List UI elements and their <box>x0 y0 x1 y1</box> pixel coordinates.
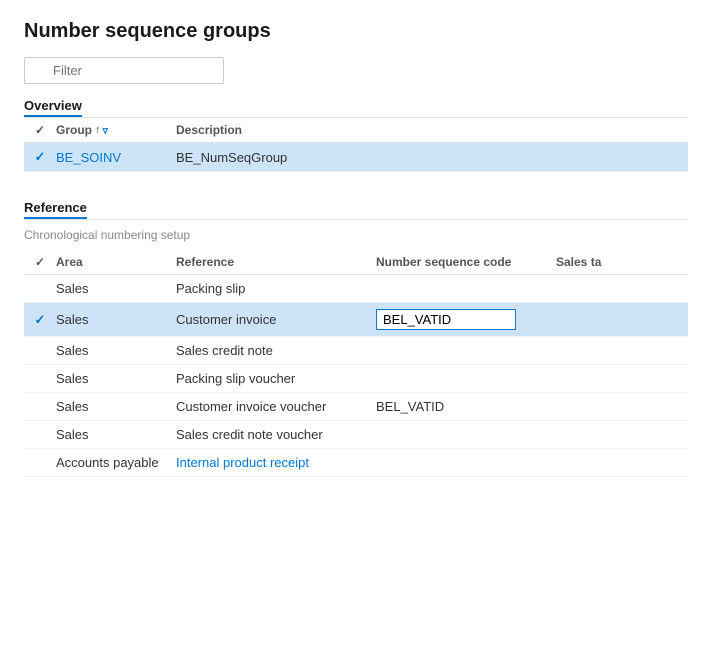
overview-header-check: ✓ <box>24 123 56 137</box>
filter-col-icon[interactable]: ▿ <box>103 124 109 137</box>
table-row[interactable]: ✓ BE_SOINV BE_NumSeqGroup <box>24 143 688 172</box>
ref-row-area: Sales <box>56 312 176 327</box>
filter-wrap: ⚲ <box>24 57 224 84</box>
row-group: BE_SOINV <box>56 150 176 165</box>
filter-input-wrap: ⚲ <box>24 57 688 84</box>
group-sort-wrap: Group ↑ ▿ <box>56 123 176 137</box>
ref-row-check: ✓ <box>24 312 56 328</box>
ref-row-area: Sales <box>56 281 176 296</box>
numseq-input[interactable] <box>376 309 516 330</box>
ref-row-reference: Internal product receipt <box>176 455 376 470</box>
row-check: ✓ <box>24 149 56 165</box>
ref-row-area: Sales <box>56 399 176 414</box>
ref-table-row[interactable]: ✓SalesCustomer invoice <box>24 303 688 337</box>
ref-row-reference: Customer invoice voucher <box>176 399 376 414</box>
ref-row-reference: Sales credit note <box>176 343 376 358</box>
ref-table-row[interactable]: SalesPacking slip <box>24 275 688 303</box>
tab-overview[interactable]: Overview <box>24 98 82 117</box>
ref-table-row[interactable]: SalesSales credit note voucher <box>24 421 688 449</box>
tab-reference[interactable]: Reference <box>24 200 87 219</box>
overview-table-header: ✓ Group ↑ ▿ Description <box>24 118 688 143</box>
ref-header-ref: Reference <box>176 255 376 269</box>
ref-header-check: ✓ <box>24 255 56 269</box>
ref-row-numseq[interactable] <box>376 309 556 330</box>
overview-header-desc: Description <box>176 123 688 137</box>
ref-table-row[interactable]: SalesPacking slip voucher <box>24 365 688 393</box>
overview-header-group: Group ↑ ▿ <box>56 123 176 137</box>
ref-table-row[interactable]: Accounts payableInternal product receipt <box>24 449 688 477</box>
overview-table-body: ✓ BE_SOINV BE_NumSeqGroup <box>24 143 688 172</box>
overview-section: Overview ✓ Group ↑ ▿ Description ✓ BE_SO… <box>24 98 688 172</box>
ref-header-numseq: Number sequence code <box>376 255 556 269</box>
ref-row-area: Accounts payable <box>56 455 176 470</box>
page-title: Number sequence groups <box>24 20 688 43</box>
reference-table-body: SalesPacking slip✓SalesCustomer invoiceS… <box>24 275 688 477</box>
sort-up-icon[interactable]: ↑ <box>95 124 101 136</box>
ref-row-area: Sales <box>56 343 176 358</box>
ref-row-numseq: BEL_VATID <box>376 399 556 414</box>
ref-row-reference: Packing slip <box>176 281 376 296</box>
ref-row-area: Sales <box>56 427 176 442</box>
ref-row-area: Sales <box>56 371 176 386</box>
ref-row-reference: Packing slip voucher <box>176 371 376 386</box>
reference-divider <box>24 219 688 220</box>
row-desc: BE_NumSeqGroup <box>176 150 688 165</box>
reference-table-header: ✓ Area Reference Number sequence code Sa… <box>24 250 688 275</box>
ref-header-salesta: Sales ta <box>556 255 688 269</box>
ref-table-row[interactable]: SalesCustomer invoice voucherBEL_VATID <box>24 393 688 421</box>
chronological-label: Chronological numbering setup <box>24 228 688 242</box>
reference-section: Reference Chronological numbering setup … <box>24 200 688 477</box>
ref-table-row[interactable]: SalesSales credit note <box>24 337 688 365</box>
ref-row-reference: Sales credit note voucher <box>176 427 376 442</box>
ref-header-area: Area <box>56 255 176 269</box>
ref-row-reference: Customer invoice <box>176 312 376 327</box>
page-container: Number sequence groups ⚲ Overview ✓ Grou… <box>0 0 712 660</box>
filter-input[interactable] <box>24 57 224 84</box>
